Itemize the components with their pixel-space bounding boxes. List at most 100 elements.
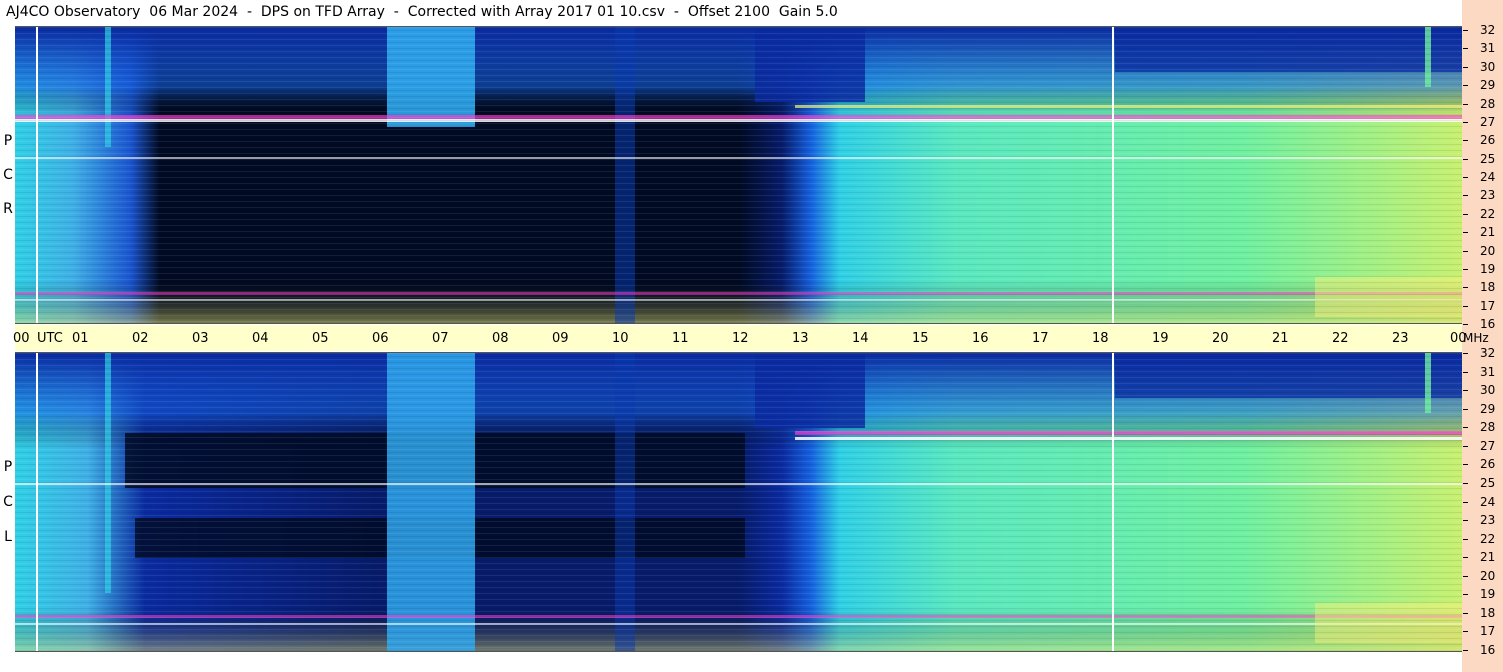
time-tick: 10 xyxy=(612,331,629,346)
frequency-tick-label: 16 xyxy=(1480,317,1496,331)
frequency-tick-label: 27 xyxy=(1480,438,1496,453)
time-tick: 22 xyxy=(1332,331,1349,346)
frequency-tick-label: 30 xyxy=(1480,59,1496,74)
time-tick: 12 xyxy=(732,331,749,346)
frequency-tick-label: 28 xyxy=(1480,420,1496,435)
frequency-tick-label: 23 xyxy=(1480,513,1496,528)
time-tick: 07 xyxy=(432,331,449,346)
lcp-spectrogram-panel xyxy=(15,352,1462,652)
frequency-tick-mark xyxy=(1463,305,1468,307)
frequency-tick-mark xyxy=(1463,195,1468,197)
frequency-tick-mark xyxy=(1463,631,1468,633)
frequency-tick-label: 17 xyxy=(1480,624,1496,639)
frequency-tick-label: 29 xyxy=(1480,401,1496,416)
frequency-tick-mark xyxy=(1463,464,1468,466)
frequency-tick-mark xyxy=(1463,287,1468,289)
time-tick: 15 xyxy=(912,331,929,346)
frequency-tick-label: 31 xyxy=(1480,364,1496,379)
bottom-margin xyxy=(15,652,1462,672)
rcp-spectrogram-panel xyxy=(15,26,1462,324)
frequency-tick-mark xyxy=(1463,575,1468,577)
frequency-tick-label: 29 xyxy=(1480,78,1496,93)
utc-label: UTC xyxy=(37,331,63,346)
frequency-tick-label: 21 xyxy=(1480,225,1496,240)
frequency-tick-mark xyxy=(1463,538,1468,540)
frequency-tick-label: 23 xyxy=(1480,188,1496,203)
time-axis: 00 UTC 01 02 03 04 05 06 07 08 09 10 11 … xyxy=(13,325,1467,351)
frequency-tick-label: 18 xyxy=(1480,605,1496,620)
lcp-letter-l: L xyxy=(4,529,12,545)
frequency-tick-mark xyxy=(1463,232,1468,234)
time-tick: 00 xyxy=(13,331,30,346)
frequency-tick-mark xyxy=(1463,612,1468,614)
frequency-tick-label: 18 xyxy=(1480,280,1496,295)
time-tick: 14 xyxy=(852,331,869,346)
chart-title: AJ4CO Observatory 06 Mar 2024 - DPS on T… xyxy=(6,4,838,20)
time-tick: 11 xyxy=(672,331,689,346)
time-tick: 08 xyxy=(492,331,509,346)
frequency-tick-label: 20 xyxy=(1480,243,1496,258)
time-tick: 02 xyxy=(132,331,149,346)
time-tick: 23 xyxy=(1392,331,1409,346)
frequency-tick-mark xyxy=(1463,371,1468,373)
frequency-tick-label: 22 xyxy=(1480,206,1496,221)
title-bar: AJ4CO Observatory 06 Mar 2024 - DPS on T… xyxy=(0,0,1461,26)
time-tick: 21 xyxy=(1272,331,1289,346)
frequency-tick-mark xyxy=(1463,482,1468,484)
frequency-tick-mark xyxy=(1463,85,1468,87)
frequency-tick-label: 22 xyxy=(1480,531,1496,546)
frequency-tick-label: 20 xyxy=(1480,568,1496,583)
left-margin xyxy=(0,26,15,672)
time-tick: 05 xyxy=(312,331,329,346)
frequency-tick-mark xyxy=(1463,66,1468,68)
frequency-tick-mark xyxy=(1463,557,1468,559)
lcp-letter-c: C xyxy=(3,494,13,510)
frequency-tick-mark xyxy=(1463,30,1468,31)
frequency-tick-label: 19 xyxy=(1480,261,1496,276)
frequency-tick-mark xyxy=(1463,445,1468,447)
time-tick: 13 xyxy=(792,331,809,346)
mhz-unit-label: MHz xyxy=(1463,331,1489,345)
frequency-tick-label: 16 xyxy=(1480,643,1496,657)
frequency-tick-label: 17 xyxy=(1480,298,1496,313)
frequency-tick-label: 26 xyxy=(1480,133,1496,148)
time-tick: 19 xyxy=(1152,331,1169,346)
frequency-tick-mark xyxy=(1463,650,1468,651)
frequency-tick-label: 25 xyxy=(1480,475,1496,490)
frequency-tick-mark xyxy=(1463,250,1468,252)
time-tick: 04 xyxy=(252,331,269,346)
frequency-tick-label: 28 xyxy=(1480,96,1496,111)
frequency-tick-label: 24 xyxy=(1480,170,1496,184)
frequency-tick-mark xyxy=(1463,103,1468,105)
frequency-tick-label: 26 xyxy=(1480,457,1496,472)
frequency-tick-mark xyxy=(1463,520,1468,522)
frequency-tick-label: 31 xyxy=(1480,41,1496,56)
frequency-tick-label: 32 xyxy=(1480,23,1496,37)
frequency-tick-mark xyxy=(1463,324,1468,325)
time-tick: 09 xyxy=(552,331,569,346)
frequency-tick-mark xyxy=(1463,121,1468,123)
frequency-tick-label: 25 xyxy=(1480,151,1496,166)
frequency-tick-label: 19 xyxy=(1480,587,1496,602)
frequency-tick-label: 32 xyxy=(1480,346,1496,360)
lcp-letter-p: P xyxy=(3,459,13,475)
frequency-tick-mark xyxy=(1463,427,1468,429)
frequency-tick-label: 30 xyxy=(1480,383,1496,398)
frequency-tick-label: 24 xyxy=(1480,494,1496,509)
time-tick: 03 xyxy=(192,331,209,346)
rcp-spectrogram xyxy=(15,27,1462,323)
time-tick: 06 xyxy=(372,331,389,346)
frequency-tick-mark xyxy=(1463,353,1468,354)
lcp-spectrogram xyxy=(15,353,1462,651)
frequency-tick-mark xyxy=(1463,408,1468,410)
rcp-letter-p: P xyxy=(3,133,13,149)
frequency-tick-mark xyxy=(1463,158,1468,160)
rcp-letter-c: C xyxy=(3,167,13,183)
rcp-letter-r: R xyxy=(3,201,13,217)
time-tick: 18 xyxy=(1092,331,1109,346)
time-tick: 16 xyxy=(972,331,989,346)
frequency-tick-mark xyxy=(1463,177,1468,178)
frequency-tick-mark xyxy=(1463,140,1468,142)
time-tick: 01 xyxy=(72,331,89,346)
time-tick: 20 xyxy=(1212,331,1229,346)
